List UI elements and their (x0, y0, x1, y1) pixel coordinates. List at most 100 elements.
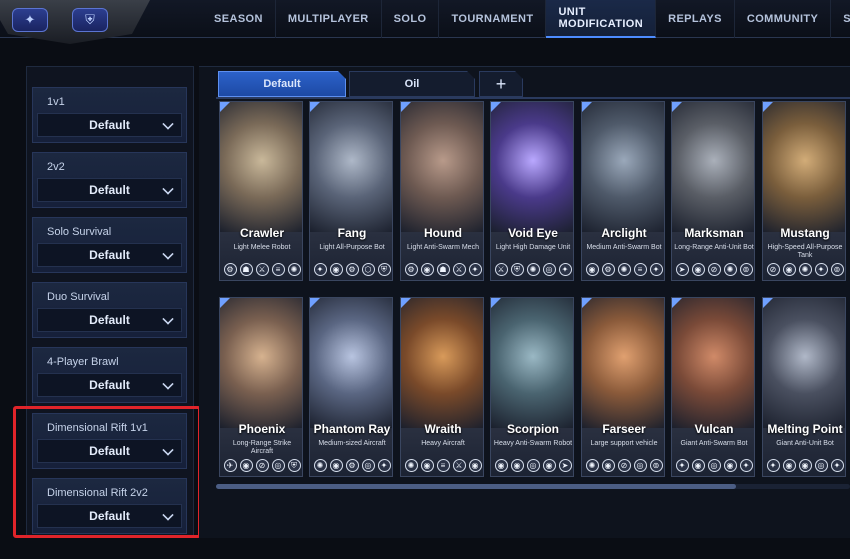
nav-item-replays[interactable]: REPLAYS (656, 0, 735, 38)
ability-icon[interactable]: ⚙ (404, 262, 418, 276)
ability-icon[interactable]: ⊘ (617, 458, 631, 472)
unit-card-farseer[interactable]: Farseer Large support vehicle ✺ ◉ ⊘ ◎ ⊚ (581, 297, 665, 477)
ability-icon[interactable]: ◎ (707, 458, 721, 472)
unit-card-phantom-ray[interactable]: Phantom Ray Medium-sized Aircraft ✺ ◉ ⚙ ◎ ✦ (309, 297, 393, 477)
ability-icon[interactable]: ✺ (287, 262, 301, 276)
ability-icon[interactable]: ✺ (313, 458, 327, 472)
mode-dropdown[interactable]: Default (37, 243, 182, 267)
unit-card-scorpion[interactable]: Scorpion Heavy Anti-Swarm Robot ◉ ◉ ◎ ◉ ➤ (490, 297, 574, 477)
ability-icon[interactable]: ⊚ (649, 458, 663, 472)
ability-icon[interactable]: ◉ (782, 458, 796, 472)
ability-icon[interactable]: ◉ (510, 458, 524, 472)
nav-item-multiplayer[interactable]: MULTIPLAYER (276, 0, 382, 38)
ability-icon[interactable]: ✦ (313, 262, 327, 276)
ability-icon[interactable]: ✦ (558, 262, 572, 276)
ability-icon[interactable]: ◉ (723, 458, 737, 472)
ability-icon[interactable]: ⬡ (361, 262, 375, 276)
ability-icon[interactable]: ◎ (271, 458, 285, 472)
ability-icon[interactable]: ◉ (468, 458, 482, 472)
ability-icon[interactable]: ⚙ (345, 262, 359, 276)
ability-icon[interactable]: ◎ (633, 458, 647, 472)
ability-icon[interactable]: ⚙ (223, 262, 237, 276)
ability-icon[interactable]: ◉ (585, 262, 599, 276)
ability-icon[interactable]: ✺ (404, 458, 418, 472)
ability-icon[interactable]: ◉ (239, 458, 253, 472)
ability-icon[interactable]: ◉ (542, 458, 556, 472)
ability-icon[interactable]: ✺ (798, 262, 812, 276)
mode-dropdown[interactable]: Default (37, 113, 182, 137)
ability-icon[interactable]: ◉ (329, 262, 343, 276)
ability-icon[interactable]: ⊘ (766, 262, 780, 276)
ability-icon[interactable]: ⚔ (452, 458, 466, 472)
ability-icon[interactable]: ✦ (739, 458, 753, 472)
ability-icon[interactable]: ◉ (494, 458, 508, 472)
ability-icon[interactable]: ≡ (271, 262, 285, 276)
unit-card-melting-point[interactable]: Melting Point Giant Anti-Unit Bot ✦ ◉ ◉ ◎ ✦ (762, 297, 846, 477)
unit-card-fang[interactable]: Fang Light All-Purpose Bot ✦ ◉ ⚙ ⬡ ⛨ (309, 101, 393, 281)
unit-card-phoenix[interactable]: Phoenix Long-Range Strike Aircraft ✈ ◉ ⊘ ◎ ⛨ (219, 297, 303, 477)
mode-dropdown[interactable]: Default (37, 178, 182, 202)
nav-item-community[interactable]: COMMUNITY (735, 0, 832, 38)
ability-icon[interactable]: ☗ (239, 262, 253, 276)
ability-icon[interactable]: ⊚ (830, 262, 844, 276)
ability-icon[interactable]: ≡ (633, 262, 647, 276)
unit-card-wraith[interactable]: Wraith Heavy Aircraft ✺ ◉ ≡ ⚔ ◉ (400, 297, 484, 477)
nav-item-unit-modification[interactable]: UNIT MODIFICATION (546, 0, 657, 38)
unit-card-hound[interactable]: Hound Light Anti-Swarm Mech ⚙ ◉ ☗ ⚔ ✦ (400, 101, 484, 281)
ability-icon[interactable]: ✺ (617, 262, 631, 276)
ability-icon[interactable]: ✺ (723, 262, 737, 276)
ability-icon[interactable]: ⚙ (345, 458, 359, 472)
ability-icon[interactable]: ◉ (329, 458, 343, 472)
ability-icon[interactable]: ✺ (585, 458, 599, 472)
unit-card-mustang[interactable]: Mustang High-Speed All-Purpose Tank ⊘ ◉ ✺ ✦ ⊚ (762, 101, 846, 281)
unit-card-marksman[interactable]: Marksman Long-Range Anti-Unit Bot ➤ ◉ ⊘ ✺ ⊚ (671, 101, 755, 281)
ability-icon[interactable]: ◉ (798, 458, 812, 472)
ability-icon[interactable]: ⛨ (377, 262, 391, 276)
unit-card-crawler[interactable]: Crawler Light Melee Robot ⚙ ☗ ⚔ ≡ ✺ (219, 101, 303, 281)
ability-icon[interactable]: ✦ (468, 262, 482, 276)
nav-item-s[interactable]: S (831, 0, 850, 38)
nav-item-season[interactable]: SEASON (202, 0, 276, 38)
ability-icon[interactable]: ✦ (830, 458, 844, 472)
ability-icon[interactable]: ⊘ (707, 262, 721, 276)
ability-icon[interactable]: ⚔ (494, 262, 508, 276)
ability-icon[interactable]: ⚙ (601, 262, 615, 276)
ability-icon[interactable]: ➤ (558, 458, 572, 472)
ability-icon[interactable]: ◎ (361, 458, 375, 472)
emblem-icon[interactable]: ⛨ (72, 8, 108, 32)
ability-icon[interactable]: ✦ (675, 458, 689, 472)
ability-icon[interactable]: ✦ (649, 262, 663, 276)
nav-item-tournament[interactable]: TOURNAMENT (439, 0, 547, 38)
ability-icon[interactable]: ◉ (420, 262, 434, 276)
ability-icon[interactable]: ⛨ (510, 262, 524, 276)
ability-icon[interactable]: ⚔ (452, 262, 466, 276)
ability-icon[interactable]: ◉ (420, 458, 434, 472)
scrollbar-thumb[interactable] (216, 484, 736, 489)
unit-card-void-eye[interactable]: Void Eye Light High Damage Unit ⚔ ⛨ ✺ ◎ ✦ (490, 101, 574, 281)
unit-card-vulcan[interactable]: Vulcan Giant Anti-Swarm Bot ✦ ◉ ◎ ◉ ✦ (671, 297, 755, 477)
ability-icon[interactable]: ≡ (436, 458, 450, 472)
ability-icon[interactable]: ☗ (436, 262, 450, 276)
ability-icon[interactable]: ⛨ (287, 458, 301, 472)
tab-default[interactable]: Default (218, 71, 346, 97)
ability-icon[interactable]: ◉ (691, 262, 705, 276)
ability-icon[interactable]: ➤ (675, 262, 689, 276)
ability-icon[interactable]: ✦ (377, 458, 391, 472)
ability-icon[interactable]: ⊘ (255, 458, 269, 472)
ability-icon[interactable]: ◎ (526, 458, 540, 472)
ability-icon[interactable]: ⚔ (255, 262, 269, 276)
ability-icon[interactable]: ✈ (223, 458, 237, 472)
unit-card-arclight[interactable]: Arclight Medium Anti-Swarm Bot ◉ ⚙ ✺ ≡ ✦ (581, 101, 665, 281)
controller-icon[interactable]: ✦ (12, 8, 48, 32)
ability-icon[interactable]: ✦ (814, 262, 828, 276)
tab-oil[interactable]: Oil (349, 71, 475, 97)
mode-dropdown[interactable]: Default (37, 373, 182, 397)
ability-icon[interactable]: ✺ (526, 262, 540, 276)
nav-item-solo[interactable]: SOLO (382, 0, 440, 38)
ability-icon[interactable]: ◉ (782, 262, 796, 276)
ability-icon[interactable]: ⊚ (739, 262, 753, 276)
add-tab-button[interactable]: + (479, 71, 523, 97)
ability-icon[interactable]: ◎ (814, 458, 828, 472)
ability-icon[interactable]: ✦ (766, 458, 780, 472)
ability-icon[interactable]: ◎ (542, 262, 556, 276)
